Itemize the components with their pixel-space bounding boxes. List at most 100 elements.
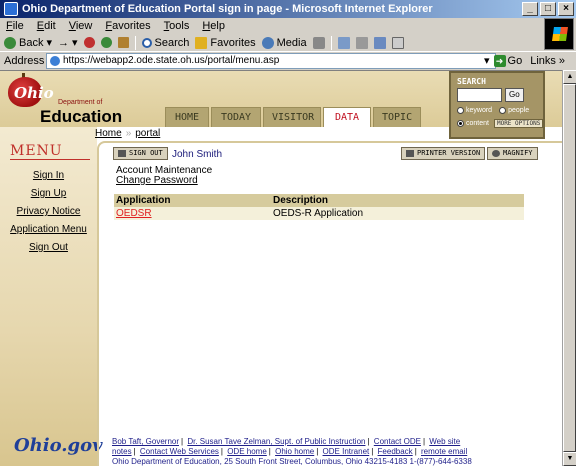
footer-link-governor[interactable]: Bob Taft, Governor [112,437,179,446]
footer-separator: | [220,447,223,456]
scroll-down-arrow-icon[interactable]: ▼ [563,452,576,466]
footer-link-contact-web-services[interactable]: Contact Web Services [140,447,219,456]
tab-home[interactable]: HOME [165,107,209,127]
favorites-icon [195,36,208,49]
toolbar-separator [330,35,332,50]
window-title: Ohio Department of Education Portal sign… [22,3,433,15]
search-button[interactable]: Search [141,36,190,49]
content-frame [97,141,562,466]
menu-link-sign-up[interactable]: Sign Up [0,185,97,203]
page-icon [50,55,60,66]
radio-people[interactable] [499,107,507,114]
scroll-up-arrow-icon[interactable]: ▲ [563,70,576,84]
mail-icon[interactable] [337,36,350,49]
back-button[interactable]: Back ▾ [4,36,52,49]
maximize-button[interactable]: □ [540,2,556,16]
windows-logo-icon [544,18,574,50]
discuss-icon[interactable] [391,36,404,49]
menu-file[interactable]: File [6,20,24,32]
footer-link-notes[interactable]: notes [112,447,132,456]
tab-visitor[interactable]: VISITOR [263,107,321,127]
dropdown-arrow-icon: ▾ [72,37,78,49]
magnify-button[interactable]: MAGNIFY [487,147,538,160]
radio-content[interactable] [457,120,464,127]
history-icon[interactable] [312,36,325,49]
magnify-icon [492,150,500,157]
media-button[interactable]: Media [261,36,307,49]
print-icon[interactable] [355,36,368,49]
web-page: Ohio Department of Education HOME TODAY … [0,70,562,466]
menu-link-sign-out[interactable]: Sign Out [0,239,97,257]
address-dropdown-icon[interactable]: ▾ [484,54,490,67]
footer-separator: | [371,447,374,456]
search-label: Search [154,36,190,49]
edit-icon[interactable] [373,36,386,49]
menu-favorites[interactable]: Favorites [105,20,150,32]
sign-out-label: SIGN OUT [129,149,163,157]
menu-view[interactable]: View [69,20,93,32]
close-button[interactable]: × [558,2,574,16]
ie-icon [4,2,18,16]
stop-icon[interactable] [83,37,95,48]
menu-link-privacy-notice[interactable]: Privacy Notice [0,203,97,221]
forward-button[interactable]: → ▾ [58,36,78,50]
logo-ohio-text: Ohio [14,84,54,102]
column-header-description: Description [271,194,524,207]
footer-address: Ohio Department of Education, 25 South F… [112,457,472,466]
printer-version-button[interactable]: PRINTER VERSION [401,147,486,160]
footer-link-remote-email[interactable]: remote email [421,447,467,456]
refresh-icon[interactable] [100,37,112,48]
footer-separator: | [181,437,184,446]
description-cell: OEDS-R Application [271,207,524,220]
forward-arrow-icon: → [58,36,69,49]
breadcrumb-portal[interactable]: portal [135,128,160,139]
menu-help[interactable]: Help [202,20,225,32]
menu-link-application-menu[interactable]: Application Menu [0,221,97,239]
footer-link-web-site[interactable]: Web site [429,437,460,446]
favorites-button[interactable]: Favorites [195,36,256,49]
breadcrumb-separator: » [125,128,132,139]
footer-link-ohio-home[interactable]: Ohio home [275,447,314,456]
go-button[interactable]: ➜ Go [493,54,523,67]
tab-data[interactable]: DATA [323,107,371,127]
home-icon[interactable] [117,37,129,48]
footer-link-ode-intranet[interactable]: ODE Intranet [323,447,370,456]
radio-content-label: content [466,120,489,127]
search-icon [141,37,152,48]
minimize-button[interactable]: _ [522,2,538,16]
go-arrow-icon: ➜ [493,54,506,67]
application-link-oedsr[interactable]: OEDSR [116,208,152,219]
breadcrumb-home[interactable]: Home [95,128,122,139]
links-button[interactable]: Links [530,55,556,67]
scrollbar-thumb[interactable] [563,84,576,452]
vertical-scrollbar[interactable]: ▲ ▼ [562,70,576,466]
go-label: Go [507,54,523,67]
nav-tabs: HOME TODAY VISITOR DATA TOPIC [165,107,421,127]
footer-separator: | [316,447,319,456]
column-header-application: Application [114,194,271,207]
ohio-gov-logo[interactable]: Ohio.gov [14,435,103,456]
sign-out-button[interactable]: SIGN OUT [113,147,168,160]
menu-link-sign-in[interactable]: Sign In [0,167,97,185]
tab-today[interactable]: TODAY [211,107,261,127]
radio-keyword[interactable] [457,107,464,114]
footer-link-ode-home[interactable]: ODE home [227,447,267,456]
window-controls: _ □ × [522,2,574,16]
footer-link-contact-ode[interactable]: Contact ODE [374,437,421,446]
more-options-button[interactable]: MORE OPTIONS [493,119,544,128]
links-chevron-icon[interactable]: » [559,55,565,67]
change-password-link[interactable]: Change Password [116,175,198,186]
site-search-go-button[interactable]: Go [505,88,524,102]
site-search-input[interactable] [457,88,502,102]
footer-link-superintendent[interactable]: Dr. Susan Tave Zelman, Supt. of Public I… [187,437,365,446]
radio-people-label: people [508,107,530,114]
tab-topic[interactable]: TOPIC [373,107,421,127]
menu-edit[interactable]: Edit [37,20,56,32]
address-input[interactable]: https://webapp2.ode.state.oh.us/portal/m… [46,52,496,69]
menu-tools[interactable]: Tools [164,20,190,32]
address-bar: Address https://webapp2.ode.state.oh.us/… [0,51,576,69]
applications-table: Application Description OEDSR OEDS-R App… [114,194,524,220]
search-options-row: keyword people [457,107,537,114]
footer-link-feedback[interactable]: Feedback [378,447,413,456]
logo-dept-text: Department of [58,99,103,106]
